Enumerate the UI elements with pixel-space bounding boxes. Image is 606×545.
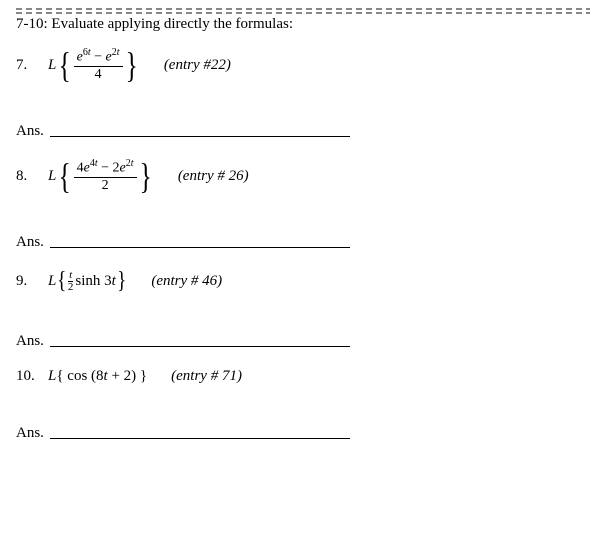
- answer-row-7: Ans.: [16, 123, 590, 140]
- answer-row-9: Ans.: [16, 333, 590, 350]
- laplace-operator: L: [48, 273, 56, 290]
- problem-number: 7.: [16, 57, 38, 74]
- numerator: t: [69, 270, 72, 281]
- answer-label: Ans.: [16, 425, 44, 442]
- answer-line: [50, 247, 350, 248]
- denominator: 4: [92, 67, 105, 83]
- section-heading: 7-10: Evaluate applying directly the for…: [16, 16, 590, 33]
- right-brace: }: [139, 158, 151, 194]
- answer-line: [50, 346, 350, 347]
- problem-expression: L { e6t − e2t 4 }: [48, 47, 140, 83]
- problem-9: 9. L { t 2 sinh 3t } (entry # 46): [16, 269, 590, 293]
- right-brace: }: [125, 47, 137, 83]
- numerator: e6t − e2t: [74, 47, 123, 66]
- right-brace: }: [117, 269, 126, 293]
- top-border-rule: [16, 8, 590, 14]
- cos-expr: { cos (8t + 2) }: [56, 368, 147, 385]
- laplace-operator: L: [48, 57, 56, 74]
- entry-ref: (entry #22): [164, 57, 231, 74]
- left-brace: {: [57, 269, 66, 293]
- problem-10: 10. L { cos (8t + 2) } (entry # 71): [16, 368, 590, 385]
- laplace-operator: L: [48, 168, 56, 185]
- entry-ref: (entry # 71): [171, 368, 242, 385]
- sinh-term: sinh 3t: [75, 273, 115, 290]
- fraction: 4e4t − 2e2t 2: [74, 158, 137, 194]
- entry-ref: (entry # 26): [178, 168, 249, 185]
- answer-label: Ans.: [16, 123, 44, 140]
- problem-expression: L { cos (8t + 2) }: [48, 368, 147, 385]
- answer-label: Ans.: [16, 234, 44, 251]
- answer-row-10: Ans.: [16, 425, 590, 442]
- problem-expression: L { t 2 sinh 3t }: [48, 269, 127, 293]
- problem-7: 7. L { e6t − e2t 4 } (entry #22): [16, 47, 590, 83]
- denominator: 2: [99, 178, 112, 194]
- problem-8: 8. L { 4e4t − 2e2t 2 } (entry # 26): [16, 158, 590, 194]
- problem-expression: L { 4e4t − 2e2t 2 }: [48, 158, 154, 194]
- problem-number: 10.: [16, 368, 38, 385]
- numerator: 4e4t − 2e2t: [74, 158, 137, 177]
- answer-label: Ans.: [16, 333, 44, 350]
- fraction: e6t − e2t 4: [74, 47, 123, 83]
- denominator: 2: [68, 282, 74, 293]
- small-fraction: t 2: [68, 270, 74, 293]
- answer-row-8: Ans.: [16, 234, 590, 251]
- left-brace: {: [59, 158, 71, 194]
- problem-number: 8.: [16, 168, 38, 185]
- laplace-operator: L: [48, 368, 56, 385]
- left-brace: {: [59, 47, 71, 83]
- answer-line: [50, 438, 350, 439]
- entry-ref: (entry # 46): [151, 273, 222, 290]
- problem-number: 9.: [16, 273, 38, 290]
- answer-line: [50, 136, 350, 137]
